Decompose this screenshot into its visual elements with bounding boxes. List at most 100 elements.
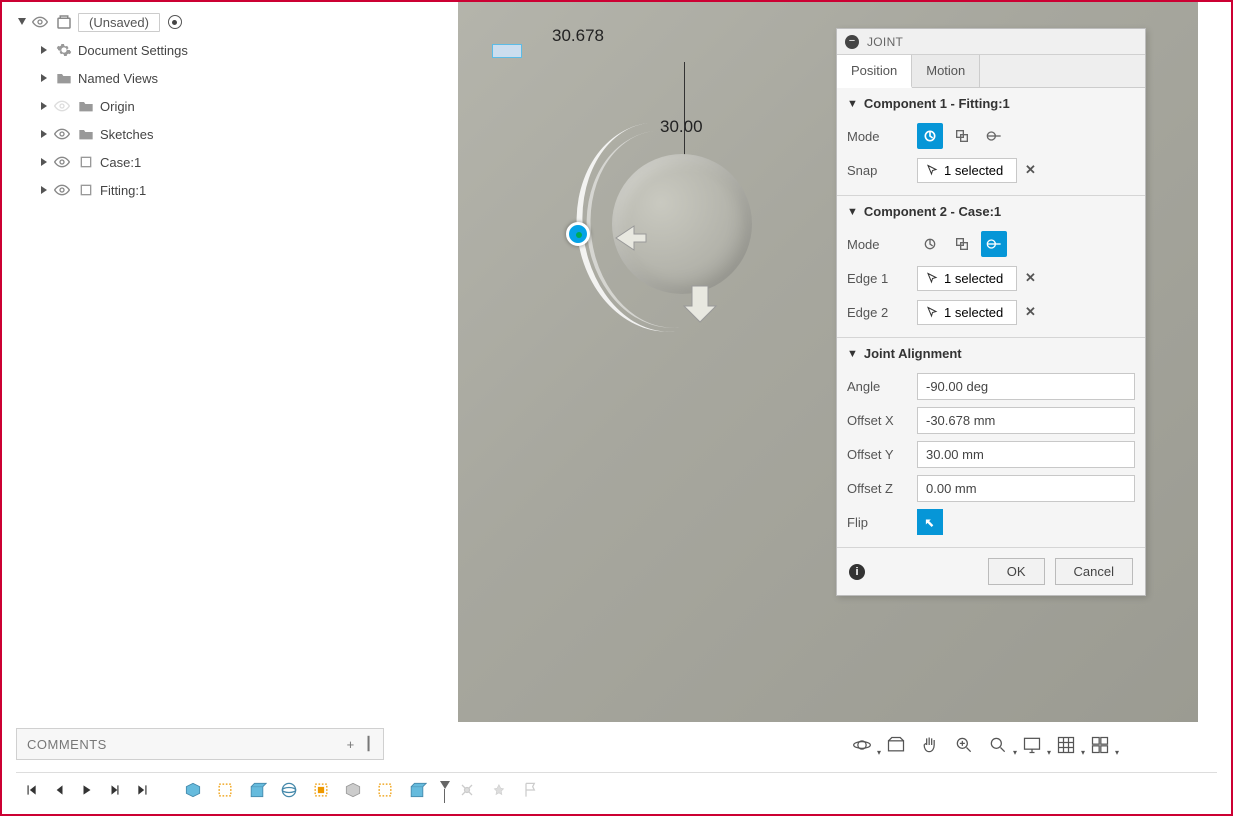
- gear-icon: [54, 40, 74, 60]
- drag-arrow-left-icon[interactable]: [606, 216, 654, 264]
- timeline-feature-pin-icon[interactable]: [488, 779, 510, 801]
- panel-header[interactable]: − JOINT: [837, 29, 1145, 55]
- visibility-off-icon[interactable]: [54, 98, 72, 114]
- expand-icon[interactable]: [38, 184, 50, 196]
- viewport-layout-icon[interactable]: ▾: [1089, 734, 1111, 756]
- folder-icon: [76, 124, 96, 144]
- timeline-prev-icon[interactable]: [50, 781, 68, 799]
- nav-toolbar: ▾ ▾ ▾ ▾ ▾: [851, 734, 1111, 756]
- mode-between-faces-icon[interactable]: [949, 231, 975, 257]
- component-icon: [76, 180, 96, 200]
- tree-item-document-settings[interactable]: Document Settings: [16, 36, 416, 64]
- dimension-x[interactable]: 30.678: [552, 26, 604, 46]
- timeline-feature-body-icon[interactable]: [342, 779, 364, 801]
- cursor-icon: [926, 163, 938, 177]
- timeline-next-icon[interactable]: [106, 781, 124, 799]
- tree-item-case[interactable]: Case:1: [16, 148, 416, 176]
- look-at-icon[interactable]: [885, 734, 907, 756]
- flip-button[interactable]: [917, 509, 943, 535]
- panel-tabs: Position Motion: [837, 55, 1145, 88]
- timeline-feature-extrude-icon[interactable]: [246, 779, 268, 801]
- edge2-selection[interactable]: 1 selected: [917, 300, 1017, 325]
- collapse-icon[interactable]: [16, 16, 28, 28]
- ok-button[interactable]: OK: [988, 558, 1045, 585]
- tree-item-sketches[interactable]: Sketches: [16, 120, 416, 148]
- mode-simple-icon[interactable]: [917, 231, 943, 257]
- add-comment-icon[interactable]: +: [347, 737, 355, 752]
- snap-selection[interactable]: 1 selected: [917, 158, 1017, 183]
- timeline-feature-icon[interactable]: [374, 779, 396, 801]
- comments-title: COMMENTS: [27, 737, 107, 752]
- section-component1: ▼Component 1 - Fitting:1 Mode Snap 1 sel…: [837, 88, 1145, 196]
- clear-selection-icon[interactable]: ✕: [1025, 162, 1036, 178]
- panel-collapse-icon[interactable]: −: [845, 35, 859, 49]
- cancel-button[interactable]: Cancel: [1055, 558, 1133, 585]
- tab-position[interactable]: Position: [837, 55, 912, 88]
- offsetz-input[interactable]: [917, 475, 1135, 502]
- snap-label: Snap: [847, 163, 909, 178]
- activate-radio[interactable]: [168, 15, 182, 29]
- offsety-input[interactable]: [917, 441, 1135, 468]
- orbit-icon[interactable]: ▾: [851, 734, 873, 756]
- visibility-icon[interactable]: [54, 154, 72, 170]
- mode-simple-icon[interactable]: [917, 123, 943, 149]
- info-icon[interactable]: i: [849, 564, 865, 580]
- timeline-feature-flag-icon[interactable]: [520, 779, 542, 801]
- expand-icon[interactable]: [38, 72, 50, 84]
- section-alignment: ▼Joint Alignment Angle Offset X Offset Y…: [837, 338, 1145, 548]
- comments-handle-icon[interactable]: ┃: [365, 736, 373, 752]
- mode-two-edge-icon[interactable]: [981, 123, 1007, 149]
- timeline-feature-joint-icon[interactable]: [456, 779, 478, 801]
- clear-selection-icon[interactable]: ✕: [1025, 270, 1036, 286]
- timeline-play-icon[interactable]: [78, 781, 96, 799]
- timeline-end-icon[interactable]: [134, 781, 152, 799]
- timeline: [16, 772, 1217, 806]
- edge2-label: Edge 2: [847, 305, 909, 320]
- timeline-feature-sketch-icon[interactable]: [182, 779, 204, 801]
- rotation-handle[interactable]: [566, 222, 590, 246]
- tree-label: Origin: [100, 99, 135, 114]
- section-header[interactable]: ▼Component 1 - Fitting:1: [847, 96, 1135, 111]
- timeline-feature-icon[interactable]: [214, 779, 236, 801]
- tree-item-fitting[interactable]: Fitting:1: [16, 176, 416, 204]
- visibility-icon[interactable]: [54, 126, 72, 142]
- angle-input[interactable]: [917, 373, 1135, 400]
- timeline-feature-revolve-icon[interactable]: [278, 779, 300, 801]
- tree-item-named-views[interactable]: Named Views: [16, 64, 416, 92]
- zoom-icon[interactable]: [953, 734, 975, 756]
- section-header[interactable]: ▼Joint Alignment: [847, 346, 1135, 361]
- timeline-start-icon[interactable]: [22, 781, 40, 799]
- expand-icon[interactable]: [38, 44, 50, 56]
- tree-label: Named Views: [78, 71, 158, 86]
- grid-settings-icon[interactable]: ▾: [1055, 734, 1077, 756]
- mode-two-edge-icon[interactable]: [981, 231, 1007, 257]
- timeline-feature-extrude-icon[interactable]: [406, 779, 428, 801]
- tree-root-row[interactable]: (Unsaved): [16, 8, 416, 36]
- root-name[interactable]: (Unsaved): [78, 13, 160, 32]
- cursor-icon: [926, 305, 938, 319]
- visibility-icon[interactable]: [32, 14, 50, 30]
- timeline-feature-icon[interactable]: [310, 779, 332, 801]
- mode-label: Mode: [847, 237, 909, 252]
- section-header[interactable]: ▼Component 2 - Case:1: [847, 204, 1135, 219]
- folder-icon: [76, 96, 96, 116]
- edge1-selection[interactable]: 1 selected: [917, 266, 1017, 291]
- tree-item-origin[interactable]: Origin: [16, 92, 416, 120]
- expand-icon[interactable]: [38, 128, 50, 140]
- tree-label: Sketches: [100, 127, 153, 142]
- expand-icon[interactable]: [38, 100, 50, 112]
- zoom-window-icon[interactable]: ▾: [987, 734, 1009, 756]
- expand-icon[interactable]: [38, 156, 50, 168]
- timeline-marker[interactable]: [438, 779, 446, 801]
- offsetx-input[interactable]: [917, 407, 1135, 434]
- tab-motion[interactable]: Motion: [912, 55, 980, 87]
- pan-icon[interactable]: [919, 734, 941, 756]
- drag-arrow-down-icon[interactable]: [676, 280, 724, 328]
- comments-bar[interactable]: COMMENTS + ┃: [16, 728, 384, 760]
- dimension-widget-icon[interactable]: [492, 44, 522, 58]
- section-component2: ▼Component 2 - Case:1 Mode Edge 1 1 sele…: [837, 196, 1145, 338]
- display-settings-icon[interactable]: ▾: [1021, 734, 1043, 756]
- clear-selection-icon[interactable]: ✕: [1025, 304, 1036, 320]
- mode-between-faces-icon[interactable]: [949, 123, 975, 149]
- visibility-icon[interactable]: [54, 182, 72, 198]
